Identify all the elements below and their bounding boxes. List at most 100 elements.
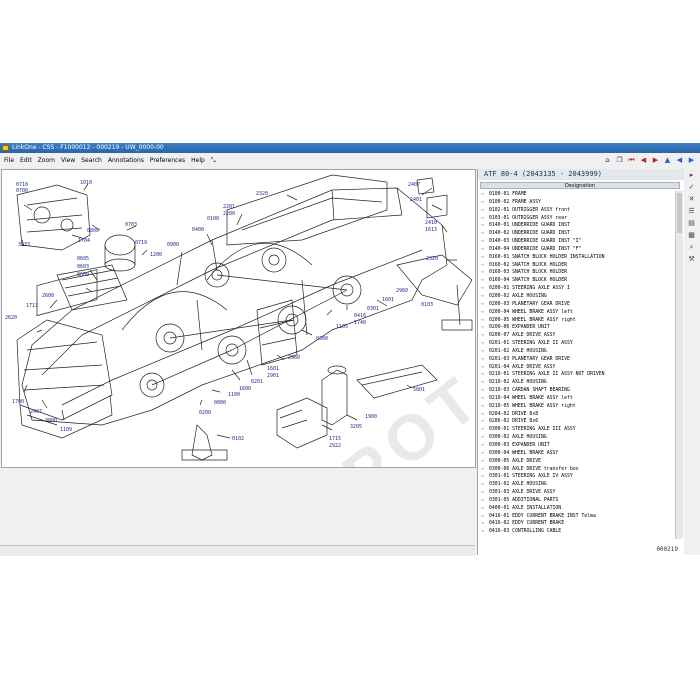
callout[interactable]: 1713 [26,303,38,309]
callout[interactable]: 1200 [150,252,162,258]
list-item[interactable]: ⇨ 0160-04 SNATCH BLOCK HOLDER [481,277,673,285]
callout[interactable]: 0600 [77,272,89,278]
menu-file[interactable]: File [3,155,15,166]
callout[interactable]: 0102 [232,436,244,442]
list-item[interactable]: ⇨ 0200-04 WHEEL BRAKE ASSY left [481,309,673,317]
list-item[interactable]: ⇨ 0160-01 SNATCH BLOCK HOLDER INSTALLATIO… [481,254,673,262]
callout[interactable]: 3233 [18,242,30,248]
list-item[interactable]: ⇨ 0300-05 AXLE DRIVE [481,458,673,466]
list-item[interactable]: ⇨ 0160-03 SNATCH BLOCK HOLDER [481,269,673,277]
callout[interactable]: 2320 [256,191,268,197]
list-item[interactable]: ⇨ 0201-03 PLANETARY GEAR DRIVE [481,356,673,364]
list-item[interactable]: ⇨ 0210-03 CARDAN SHAFT BEARING [481,387,673,395]
list-item[interactable]: ⇨ 0160-02 SNATCH BLOCK HOLDER [481,262,673,270]
menu-edit[interactable]: Edit [19,155,33,166]
list-item[interactable]: ⇨ 0416-03 CONTROLLING CABLE [481,528,673,536]
list-item[interactable]: ⇨ 0140-03 UNDERRIDE GUARD INST "I" [481,238,673,246]
callout[interactable]: 2407 [30,409,42,415]
callout[interactable]: 5801 [413,387,425,393]
callout[interactable]: 0900 [167,242,179,248]
menu-search[interactable]: Search [80,155,103,166]
list-item[interactable]: ⇨ 0416-01 EDDY CURRENT BRAKE INST Telma [481,513,673,521]
callout[interactable]: 0703 [125,222,137,228]
list-item[interactable]: ⇨ 0201-01 STEERING AXLE II ASSY [481,340,673,348]
go-forward-icon[interactable]: ▶ [687,156,696,165]
callout[interactable]: 1601 [382,297,394,303]
list-item[interactable]: ⇨ 0300-02 AXLE HOUSING [481,434,673,442]
list-icon[interactable]: ☰ [687,207,696,216]
callout[interactable]: 1601 [267,366,279,372]
callout[interactable]: 0200 [199,410,211,416]
list-item[interactable]: ⇨ 0200-05 WHEEL BRAKE ASSY right [481,317,673,325]
list-item[interactable]: ⇨ 0301-05 ADDITIONAL PARTS [481,497,673,505]
list-item[interactable]: ⇨ 0210-01 STEERING AXLE II ASSY NOT DRIVE… [481,371,673,379]
list-item[interactable]: ⇨ 0300-01 STEERING AXLE III ASSY [481,426,673,434]
go-up-icon[interactable]: ▲ [663,156,672,165]
list-item[interactable]: ⇨ 0301-02 AXLE HOUSING [481,481,673,489]
callout[interactable]: 0301 [367,306,379,312]
callout[interactable]: 2620 [5,315,17,321]
callout[interactable]: 1900 [365,414,377,420]
menu-annotations[interactable]: Annotations [107,155,145,166]
callout[interactable]: 3000 [45,418,57,424]
callout[interactable]: 1010 [80,180,92,186]
callout[interactable]: 1613 [425,227,437,233]
callout[interactable]: 1105 [336,324,348,330]
callout[interactable]: 3205 [350,424,362,430]
callout[interactable]: 0800 [214,400,226,406]
callout[interactable]: 0100 [207,216,219,222]
list-item[interactable]: ⇨ 0301-01 STEERING AXLE IV ASSY [481,473,673,481]
list-item[interactable]: ⇨ 0200-02 AXLE HOUSING [481,293,673,301]
list-item[interactable]: ⇨ 0201-02 AXLE HOUSING [481,348,673,356]
callout[interactable]: 2410 [425,220,437,226]
document-icon[interactable]: ▤ [687,219,696,228]
arrow-right-icon[interactable]: ▸ [687,171,696,180]
list-item[interactable]: ⇨ 0100-01 FRAME [481,191,673,199]
pointer-tool-icon[interactable]: ⤡ [210,155,217,166]
menu-preferences[interactable]: Preferences [149,155,186,166]
callout[interactable]: 2320 [426,256,438,262]
callout[interactable]: 0719 [135,240,147,246]
list-item[interactable]: ⇨ 0200-03 PLANETARY GEAR DRIVE [481,301,673,309]
go-first-icon[interactable]: ⏮ [627,156,636,165]
callout[interactable]: 2960 [396,288,408,294]
go-back-icon[interactable]: ◀ [675,156,684,165]
list-item[interactable]: ⇨ 0200-06 EXPANDER UNIT [481,324,673,332]
callout[interactable]: 0103 [421,302,433,308]
list-item[interactable]: ⇨ 0284-02 DRIVE 8x8 [481,411,673,419]
menu-view[interactable]: View [60,155,76,166]
callout[interactable]: 0603 [77,264,89,270]
parts-illustration[interactable]: EPCDEPOT.COM 0710 0700 1010 0800 1704 32… [1,169,476,468]
list-item[interactable]: ⇨ 0210-05 WHEEL BRAKE ASSY right [481,403,673,411]
list-item[interactable]: ⇨ 0301-03 AXLE DRIVE ASSY [481,489,673,497]
callout[interactable]: 0416 [354,313,366,319]
callout[interactable]: 0700 [16,188,28,194]
list-item[interactable]: ⇨ 0300-03 EXPANDER UNIT [481,442,673,450]
callout[interactable]: 2901 [267,373,279,379]
list-item[interactable]: ⇨ 0140-02 UNDERRIDE GUARD INST [481,230,673,238]
go-next-icon[interactable]: ▶ [651,156,660,165]
callout[interactable]: 2407 [408,182,420,188]
parts-list-scrollbar[interactable] [675,191,683,539]
menu-zoom[interactable]: Zoom [37,155,56,166]
list-item[interactable]: ⇨ 0210-02 AXLE HOUSING [481,379,673,387]
tool-icon[interactable]: ⚒ [687,255,696,264]
home-icon[interactable]: ⌂ [603,156,612,165]
callout[interactable]: 1704 [78,238,90,244]
callout[interactable]: 2960 [288,355,300,361]
designation-column-header[interactable]: Designation [480,182,680,189]
go-previous-icon[interactable]: ◀ [639,156,648,165]
list-item[interactable]: ⇨ 0200-07 AXLE DRIVE ASSY [481,332,673,340]
callout[interactable]: 0300 [316,336,328,342]
list-item[interactable]: ⇨ 0300-06 AXLE DRIVE transfer box [481,466,673,474]
list-item[interactable]: ⇨ 0210-04 WHEEL BRAKE ASSY left [481,395,673,403]
list-item[interactable]: ⇨ 0140-04 UNDERRIDE GUARD INST "F" [481,246,673,254]
copy-icon[interactable]: ❐ [615,156,624,165]
callout[interactable]: 0201 [251,379,263,385]
callout[interactable]: 0400 [192,227,204,233]
callout[interactable]: 2600 [42,293,54,299]
check-icon[interactable]: ✓ [687,183,696,192]
list-item[interactable]: ⇨ 0286-02 DRIVE 8x6 [481,418,673,426]
list-item[interactable]: ⇨ 0140-01 UNDERRIDE GUARD INST [481,222,673,230]
callout[interactable]: 2922 [329,443,341,449]
